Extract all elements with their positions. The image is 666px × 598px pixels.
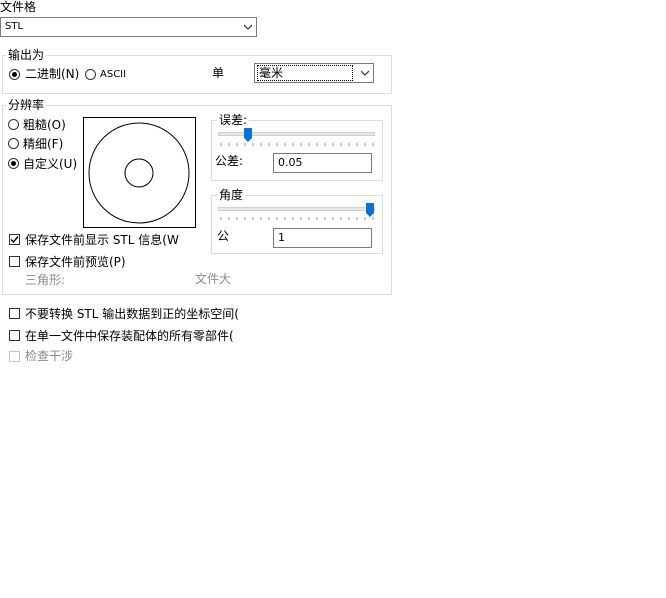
- chevron-down-icon: [361, 70, 369, 76]
- file-format-value: STL: [5, 21, 24, 32]
- single-file-label[interactable]: 在单一文件中保存装配体的所有零部件(: [25, 329, 247, 343]
- coarse-label[interactable]: 粗糙(O): [23, 118, 66, 132]
- resolution-group-title: 分辨率: [6, 98, 47, 112]
- no-transform-checkbox[interactable]: [9, 308, 20, 319]
- show-stl-info-label[interactable]: 保存文件前显示 STL 信息(W: [25, 233, 181, 247]
- fine-label[interactable]: 精细(F): [23, 137, 63, 151]
- ascii-label[interactable]: ASCII: [100, 68, 126, 82]
- angle-slider-thumb[interactable]: [366, 203, 374, 217]
- file-format-dropdown[interactable]: STL: [0, 17, 257, 37]
- deviation-slider-thumb[interactable]: [244, 128, 252, 142]
- fine-radio[interactable]: [8, 138, 19, 149]
- check-interference-checkbox: [9, 351, 20, 362]
- deviation-group-title: 误差:: [217, 113, 250, 127]
- tessellation-preview-icon: [88, 122, 190, 224]
- unit-dropdown[interactable]: 毫米: [254, 63, 374, 83]
- preview-checkbox[interactable]: [9, 256, 20, 267]
- deviation-slider-ticks: [220, 143, 374, 146]
- checkmark-icon: [10, 236, 19, 244]
- deviation-slider-track[interactable]: [218, 132, 375, 136]
- custom-label[interactable]: 自定义(U): [23, 157, 77, 171]
- output-group-title: 输出为: [6, 48, 47, 62]
- file-size-label: 文件大: [195, 272, 232, 286]
- check-interference-label: 检查干涉: [25, 349, 74, 363]
- resolution-preview-image: [83, 117, 196, 228]
- ascii-radio[interactable]: [85, 69, 96, 80]
- coarse-radio[interactable]: [8, 119, 19, 130]
- deviation-tolerance-label: 公差:: [215, 154, 244, 168]
- preview-label[interactable]: 保存文件前预览(P): [25, 255, 126, 269]
- chevron-down-icon: [244, 24, 252, 30]
- unit-value: 毫米: [257, 65, 353, 81]
- angle-slider-ticks: [220, 217, 374, 220]
- binary-label[interactable]: 二进制(N): [25, 67, 79, 81]
- angle-tolerance-label: 公: [217, 229, 230, 243]
- file-format-label: 文件格: [0, 0, 37, 14]
- triangles-label: 三角形:: [25, 273, 66, 287]
- angle-slider-track[interactable]: [218, 207, 375, 211]
- binary-radio[interactable]: [9, 69, 20, 80]
- single-file-checkbox[interactable]: [9, 330, 20, 341]
- custom-radio[interactable]: [8, 158, 19, 169]
- angle-group-title: 角度: [217, 188, 246, 202]
- no-transform-label[interactable]: 不要转换 STL 输出数据到正的坐标空间(: [25, 307, 247, 321]
- angle-tolerance-input[interactable]: 1: [273, 228, 372, 248]
- deviation-tolerance-input[interactable]: 0.05: [273, 153, 372, 173]
- unit-label: 单: [212, 66, 225, 80]
- show-stl-info-checkbox[interactable]: [9, 234, 20, 245]
